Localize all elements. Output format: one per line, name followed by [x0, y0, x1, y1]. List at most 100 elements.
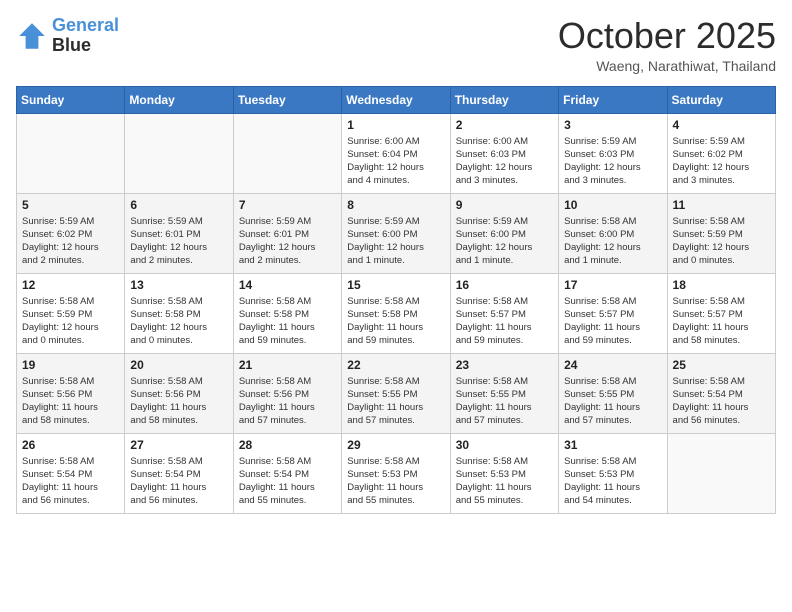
day-info: Sunrise: 5:59 AM Sunset: 6:00 PM Dayligh…	[456, 215, 553, 268]
logo: GeneralBlue	[16, 16, 119, 56]
calendar-cell: 19Sunrise: 5:58 AM Sunset: 5:56 PM Dayli…	[17, 353, 125, 433]
day-info: Sunrise: 5:58 AM Sunset: 6:00 PM Dayligh…	[564, 215, 661, 268]
calendar-cell: 26Sunrise: 5:58 AM Sunset: 5:54 PM Dayli…	[17, 433, 125, 513]
calendar-cell: 7Sunrise: 5:59 AM Sunset: 6:01 PM Daylig…	[233, 193, 341, 273]
calendar-cell	[667, 433, 775, 513]
day-info: Sunrise: 5:58 AM Sunset: 5:54 PM Dayligh…	[673, 375, 770, 428]
weekday-header-friday: Friday	[559, 86, 667, 113]
calendar-cell	[233, 113, 341, 193]
day-info: Sunrise: 5:58 AM Sunset: 5:56 PM Dayligh…	[239, 375, 336, 428]
day-number: 10	[564, 198, 661, 212]
day-info: Sunrise: 5:58 AM Sunset: 5:55 PM Dayligh…	[456, 375, 553, 428]
day-info: Sunrise: 5:59 AM Sunset: 6:00 PM Dayligh…	[347, 215, 444, 268]
calendar-cell: 10 Sunrise: 5:58 AM Sunset: 6:00 PM Dayli…	[559, 193, 667, 273]
calendar-cell: 15 Sunrise: 5:58 AM Sunset: 5:58 PM Dayli…	[342, 273, 450, 353]
calendar-cell: 2Sunrise: 6:00 AM Sunset: 6:03 PM Daylig…	[450, 113, 558, 193]
day-info: Sunrise: 5:59 AM Sunset: 6:03 PM Dayligh…	[564, 135, 661, 188]
day-number: 13	[130, 278, 227, 292]
day-number: 15	[347, 278, 444, 292]
day-info: Sunrise: 5:58 AM Sunset: 5:58 PM Dayligh…	[347, 295, 444, 348]
calendar-cell	[17, 113, 125, 193]
day-info: Sunrise: 5:58 AM Sunset: 5:55 PM Dayligh…	[564, 375, 661, 428]
day-info: Sunrise: 5:58 AM Sunset: 5:54 PM Dayligh…	[22, 455, 119, 508]
week-row-1: 1 Sunrise: 6:00 AM Sunset: 6:04 PM Daylig…	[17, 113, 776, 193]
day-info: Sunrise: 5:58 AM Sunset: 5:56 PM Dayligh…	[22, 375, 119, 428]
day-number: 21	[239, 358, 336, 372]
day-info: Sunrise: 5:59 AM Sunset: 6:02 PM Dayligh…	[673, 135, 770, 188]
day-info: Sunrise: 5:58 AM Sunset: 5:55 PM Dayligh…	[347, 375, 444, 428]
weekday-header-thursday: Thursday	[450, 86, 558, 113]
calendar-cell: 18 Sunrise: 5:58 AM Sunset: 5:57 PM Dayli…	[667, 273, 775, 353]
day-info: Sunrise: 5:58 AM Sunset: 5:53 PM Dayligh…	[347, 455, 444, 508]
day-number: 11	[673, 198, 770, 212]
calendar-cell: 17 Sunrise: 5:58 AM Sunset: 5:57 PM Dayli…	[559, 273, 667, 353]
calendar-cell: 28 Sunrise: 5:58 AM Sunset: 5:54 PM Dayli…	[233, 433, 341, 513]
day-info: Sunrise: 5:58 AM Sunset: 5:54 PM Dayligh…	[130, 455, 227, 508]
day-number: 8	[347, 198, 444, 212]
day-number: 4	[673, 118, 770, 132]
location: Waeng, Narathiwat, Thailand	[558, 58, 776, 74]
day-number: 28	[239, 438, 336, 452]
calendar-cell: 31 Sunrise: 5:58 AM Sunset: 5:53 PM Dayli…	[559, 433, 667, 513]
week-row-4: 19Sunrise: 5:58 AM Sunset: 5:56 PM Dayli…	[17, 353, 776, 433]
calendar-cell: 30 Sunrise: 5:58 AM Sunset: 5:53 PM Dayli…	[450, 433, 558, 513]
day-info: Sunrise: 5:58 AM Sunset: 5:57 PM Dayligh…	[673, 295, 770, 348]
week-row-3: 12Sunrise: 5:58 AM Sunset: 5:59 PM Dayli…	[17, 273, 776, 353]
day-number: 27	[130, 438, 227, 452]
day-info: Sunrise: 6:00 AM Sunset: 6:04 PM Dayligh…	[347, 135, 444, 188]
logo-icon	[16, 20, 48, 52]
day-number: 25	[673, 358, 770, 372]
day-number: 18	[673, 278, 770, 292]
week-row-5: 26Sunrise: 5:58 AM Sunset: 5:54 PM Dayli…	[17, 433, 776, 513]
day-info: Sunrise: 5:59 AM Sunset: 6:01 PM Dayligh…	[239, 215, 336, 268]
calendar-cell: 13Sunrise: 5:58 AM Sunset: 5:58 PM Dayli…	[125, 273, 233, 353]
day-number: 20	[130, 358, 227, 372]
calendar-table: SundayMondayTuesdayWednesdayThursdayFrid…	[16, 86, 776, 514]
day-number: 2	[456, 118, 553, 132]
calendar-cell: 29 Sunrise: 5:58 AM Sunset: 5:53 PM Dayli…	[342, 433, 450, 513]
weekday-header-monday: Monday	[125, 86, 233, 113]
week-row-2: 5 Sunrise: 5:59 AM Sunset: 6:02 PM Daylig…	[17, 193, 776, 273]
calendar-cell: 1 Sunrise: 6:00 AM Sunset: 6:04 PM Daylig…	[342, 113, 450, 193]
calendar-cell: 5 Sunrise: 5:59 AM Sunset: 6:02 PM Daylig…	[17, 193, 125, 273]
day-number: 17	[564, 278, 661, 292]
weekday-header-row: SundayMondayTuesdayWednesdayThursdayFrid…	[17, 86, 776, 113]
day-number: 5	[22, 198, 119, 212]
calendar-cell: 14 Sunrise: 5:58 AM Sunset: 5:58 PM Dayli…	[233, 273, 341, 353]
calendar-cell: 9Sunrise: 5:59 AM Sunset: 6:00 PM Daylig…	[450, 193, 558, 273]
day-number: 14	[239, 278, 336, 292]
day-number: 22	[347, 358, 444, 372]
day-info: Sunrise: 5:58 AM Sunset: 5:59 PM Dayligh…	[673, 215, 770, 268]
day-number: 1	[347, 118, 444, 132]
calendar-cell: 27 Sunrise: 5:58 AM Sunset: 5:54 PM Dayli…	[125, 433, 233, 513]
day-number: 3	[564, 118, 661, 132]
logo-text: GeneralBlue	[52, 16, 119, 56]
calendar-cell: 23 Sunrise: 5:58 AM Sunset: 5:55 PM Dayli…	[450, 353, 558, 433]
calendar-cell	[125, 113, 233, 193]
day-info: Sunrise: 5:59 AM Sunset: 6:02 PM Dayligh…	[22, 215, 119, 268]
day-info: Sunrise: 5:58 AM Sunset: 5:57 PM Dayligh…	[564, 295, 661, 348]
month-title: October 2025	[558, 16, 776, 56]
day-info: Sunrise: 5:58 AM Sunset: 5:57 PM Dayligh…	[456, 295, 553, 348]
calendar-cell: 21 Sunrise: 5:58 AM Sunset: 5:56 PM Dayli…	[233, 353, 341, 433]
day-info: Sunrise: 5:59 AM Sunset: 6:01 PM Dayligh…	[130, 215, 227, 268]
day-number: 16	[456, 278, 553, 292]
day-number: 29	[347, 438, 444, 452]
calendar-cell: 6 Sunrise: 5:59 AM Sunset: 6:01 PM Daylig…	[125, 193, 233, 273]
day-number: 23	[456, 358, 553, 372]
day-number: 30	[456, 438, 553, 452]
day-number: 31	[564, 438, 661, 452]
day-info: Sunrise: 5:58 AM Sunset: 5:53 PM Dayligh…	[564, 455, 661, 508]
page-header: GeneralBlue October 2025 Waeng, Narathiw…	[16, 16, 776, 74]
day-number: 6	[130, 198, 227, 212]
weekday-header-saturday: Saturday	[667, 86, 775, 113]
day-info: Sunrise: 5:58 AM Sunset: 5:53 PM Dayligh…	[456, 455, 553, 508]
calendar-cell: 3 Sunrise: 5:59 AM Sunset: 6:03 PM Daylig…	[559, 113, 667, 193]
calendar-cell: 4 Sunrise: 5:59 AM Sunset: 6:02 PM Daylig…	[667, 113, 775, 193]
day-number: 12	[22, 278, 119, 292]
weekday-header-tuesday: Tuesday	[233, 86, 341, 113]
calendar-cell: 8 Sunrise: 5:59 AM Sunset: 6:00 PM Daylig…	[342, 193, 450, 273]
weekday-header-wednesday: Wednesday	[342, 86, 450, 113]
day-info: Sunrise: 5:58 AM Sunset: 5:54 PM Dayligh…	[239, 455, 336, 508]
day-info: Sunrise: 5:58 AM Sunset: 5:58 PM Dayligh…	[239, 295, 336, 348]
